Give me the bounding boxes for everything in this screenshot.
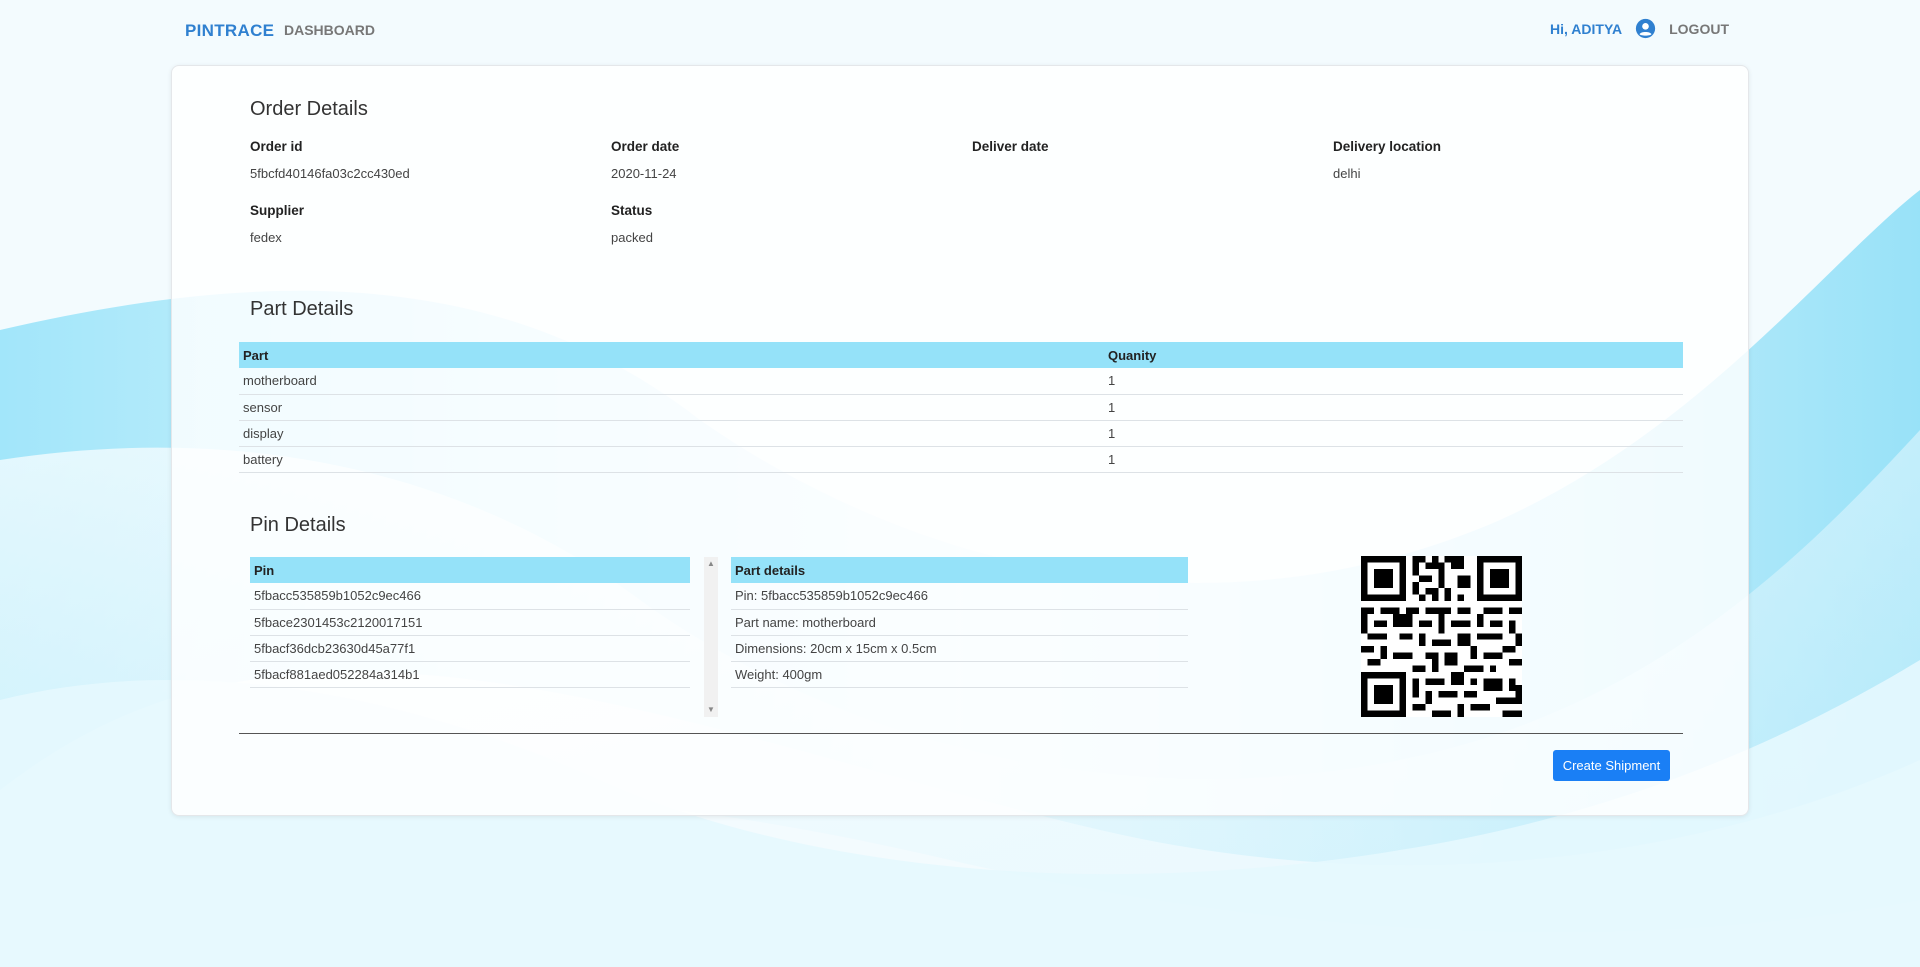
pin-row[interactable]: 5fbacf36dcb23630d45a77f1 xyxy=(250,635,690,662)
part-name-cell: battery xyxy=(239,446,1104,473)
scroll-down-arrow-icon[interactable]: ▼ xyxy=(704,703,718,717)
field-label: Delivery location xyxy=(1333,139,1442,154)
detail-weight: Weight: 400gm xyxy=(731,661,1188,688)
pin-cell[interactable]: 5fbacf881aed052284a314b1 xyxy=(250,661,690,688)
table-row: Dimensions: 20cm x 15cm x 0.5cm xyxy=(731,635,1188,662)
pin-cell[interactable]: 5fbacc535859b1052c9ec466 xyxy=(250,583,690,610)
pin-cell[interactable]: 5fbace2301453c2120017151 xyxy=(250,609,690,636)
pin-list: Pin 5fbacc535859b1052c9ec466 5fbace23014… xyxy=(250,557,690,717)
pin-row[interactable]: 5fbacf881aed052284a314b1 xyxy=(250,661,690,688)
parts-table-header: Part Quanity xyxy=(239,342,1683,368)
part-name-cell: motherboard xyxy=(239,368,1104,395)
quantity-cell: 1 xyxy=(1104,420,1683,447)
order-id-field: Order id 5fbcfd40146fa03c2cc430ed xyxy=(250,139,590,181)
detail-part-name: Part name: motherboard xyxy=(731,609,1188,636)
field-value: fedex xyxy=(250,230,282,245)
nav-dashboard-link[interactable]: DASHBOARD xyxy=(284,22,375,38)
table-row: Pin: 5fbacc535859b1052c9ec466 xyxy=(731,583,1188,610)
field-label: Deliver date xyxy=(972,139,1049,154)
create-shipment-button[interactable]: Create Shipment xyxy=(1553,750,1670,781)
table-row: motherboard 1 xyxy=(239,368,1683,395)
column-header-part-details: Part details xyxy=(731,557,1188,583)
brand-logo[interactable]: PINTRACE xyxy=(185,21,274,41)
quantity-cell: 1 xyxy=(1104,368,1683,395)
field-value: 2020-11-24 xyxy=(611,166,677,181)
user-menu: Hi, ADITYA LOGOUT xyxy=(1550,18,1729,39)
quantity-cell: 1 xyxy=(1104,394,1683,421)
user-greeting: Hi, ADITYA xyxy=(1550,20,1623,37)
field-label: Order date xyxy=(611,139,680,154)
pin-cell[interactable]: 5fbacf36dcb23630d45a77f1 xyxy=(250,635,690,662)
pin-list-scrollbar[interactable]: ▲ ▼ xyxy=(704,557,718,717)
top-navbar: PINTRACE DASHBOARD Hi, ADITYA LOGOUT xyxy=(0,0,1920,60)
order-details-title: Order Details xyxy=(250,98,368,120)
column-header-part: Part xyxy=(239,342,1104,368)
pin-row[interactable]: 5fbace2301453c2120017151 xyxy=(250,609,690,636)
scroll-up-arrow-icon[interactable]: ▲ xyxy=(704,557,718,571)
pin-table: Pin 5fbacc535859b1052c9ec466 5fbace23014… xyxy=(250,557,690,688)
pin-row[interactable]: 5fbacc535859b1052c9ec466 xyxy=(250,583,690,610)
field-label: Status xyxy=(611,203,653,218)
qr-code-image xyxy=(1361,556,1522,717)
pin-details-title: Pin Details xyxy=(250,514,346,536)
section-divider xyxy=(239,733,1683,734)
order-date-field: Order date 2020-11-24 xyxy=(611,139,951,181)
part-name-cell: sensor xyxy=(239,394,1104,421)
field-value: 5fbcfd40146fa03c2cc430ed xyxy=(250,166,410,181)
order-card: Order Details Order id 5fbcfd40146fa03c2… xyxy=(171,65,1749,816)
field-label: Supplier xyxy=(250,203,305,218)
pin-part-details: Part details Pin: 5fbacc535859b1052c9ec4… xyxy=(731,557,1188,688)
column-header-quantity: Quanity xyxy=(1104,342,1683,368)
field-value: packed xyxy=(611,230,653,245)
status-field: Status packed xyxy=(611,203,951,245)
delivery-location-field: Delivery location delhi xyxy=(1333,139,1673,181)
user-avatar-icon[interactable] xyxy=(1635,18,1656,39)
table-row: display 1 xyxy=(239,420,1683,447)
field-value: delhi xyxy=(1333,166,1361,181)
logout-link[interactable]: LOGOUT xyxy=(1669,21,1729,37)
deliver-date-field: Deliver date xyxy=(972,139,1312,166)
quantity-cell: 1 xyxy=(1104,446,1683,473)
table-row: Part name: motherboard xyxy=(731,609,1188,636)
part-name-cell: display xyxy=(239,420,1104,447)
detail-dimensions: Dimensions: 20cm x 15cm x 0.5cm xyxy=(731,635,1188,662)
field-label: Order id xyxy=(250,139,303,154)
supplier-field: Supplier fedex xyxy=(250,203,590,245)
table-row: Weight: 400gm xyxy=(731,661,1188,688)
part-details-table: Part details Pin: 5fbacc535859b1052c9ec4… xyxy=(731,557,1188,688)
table-row: battery 1 xyxy=(239,446,1683,473)
column-header-pin: Pin xyxy=(250,557,690,583)
part-details-title: Part Details xyxy=(250,298,354,320)
parts-table: Part Quanity motherboard 1 sensor 1 disp… xyxy=(239,342,1683,473)
table-row: sensor 1 xyxy=(239,394,1683,421)
detail-pin: Pin: 5fbacc535859b1052c9ec466 xyxy=(731,583,1188,610)
